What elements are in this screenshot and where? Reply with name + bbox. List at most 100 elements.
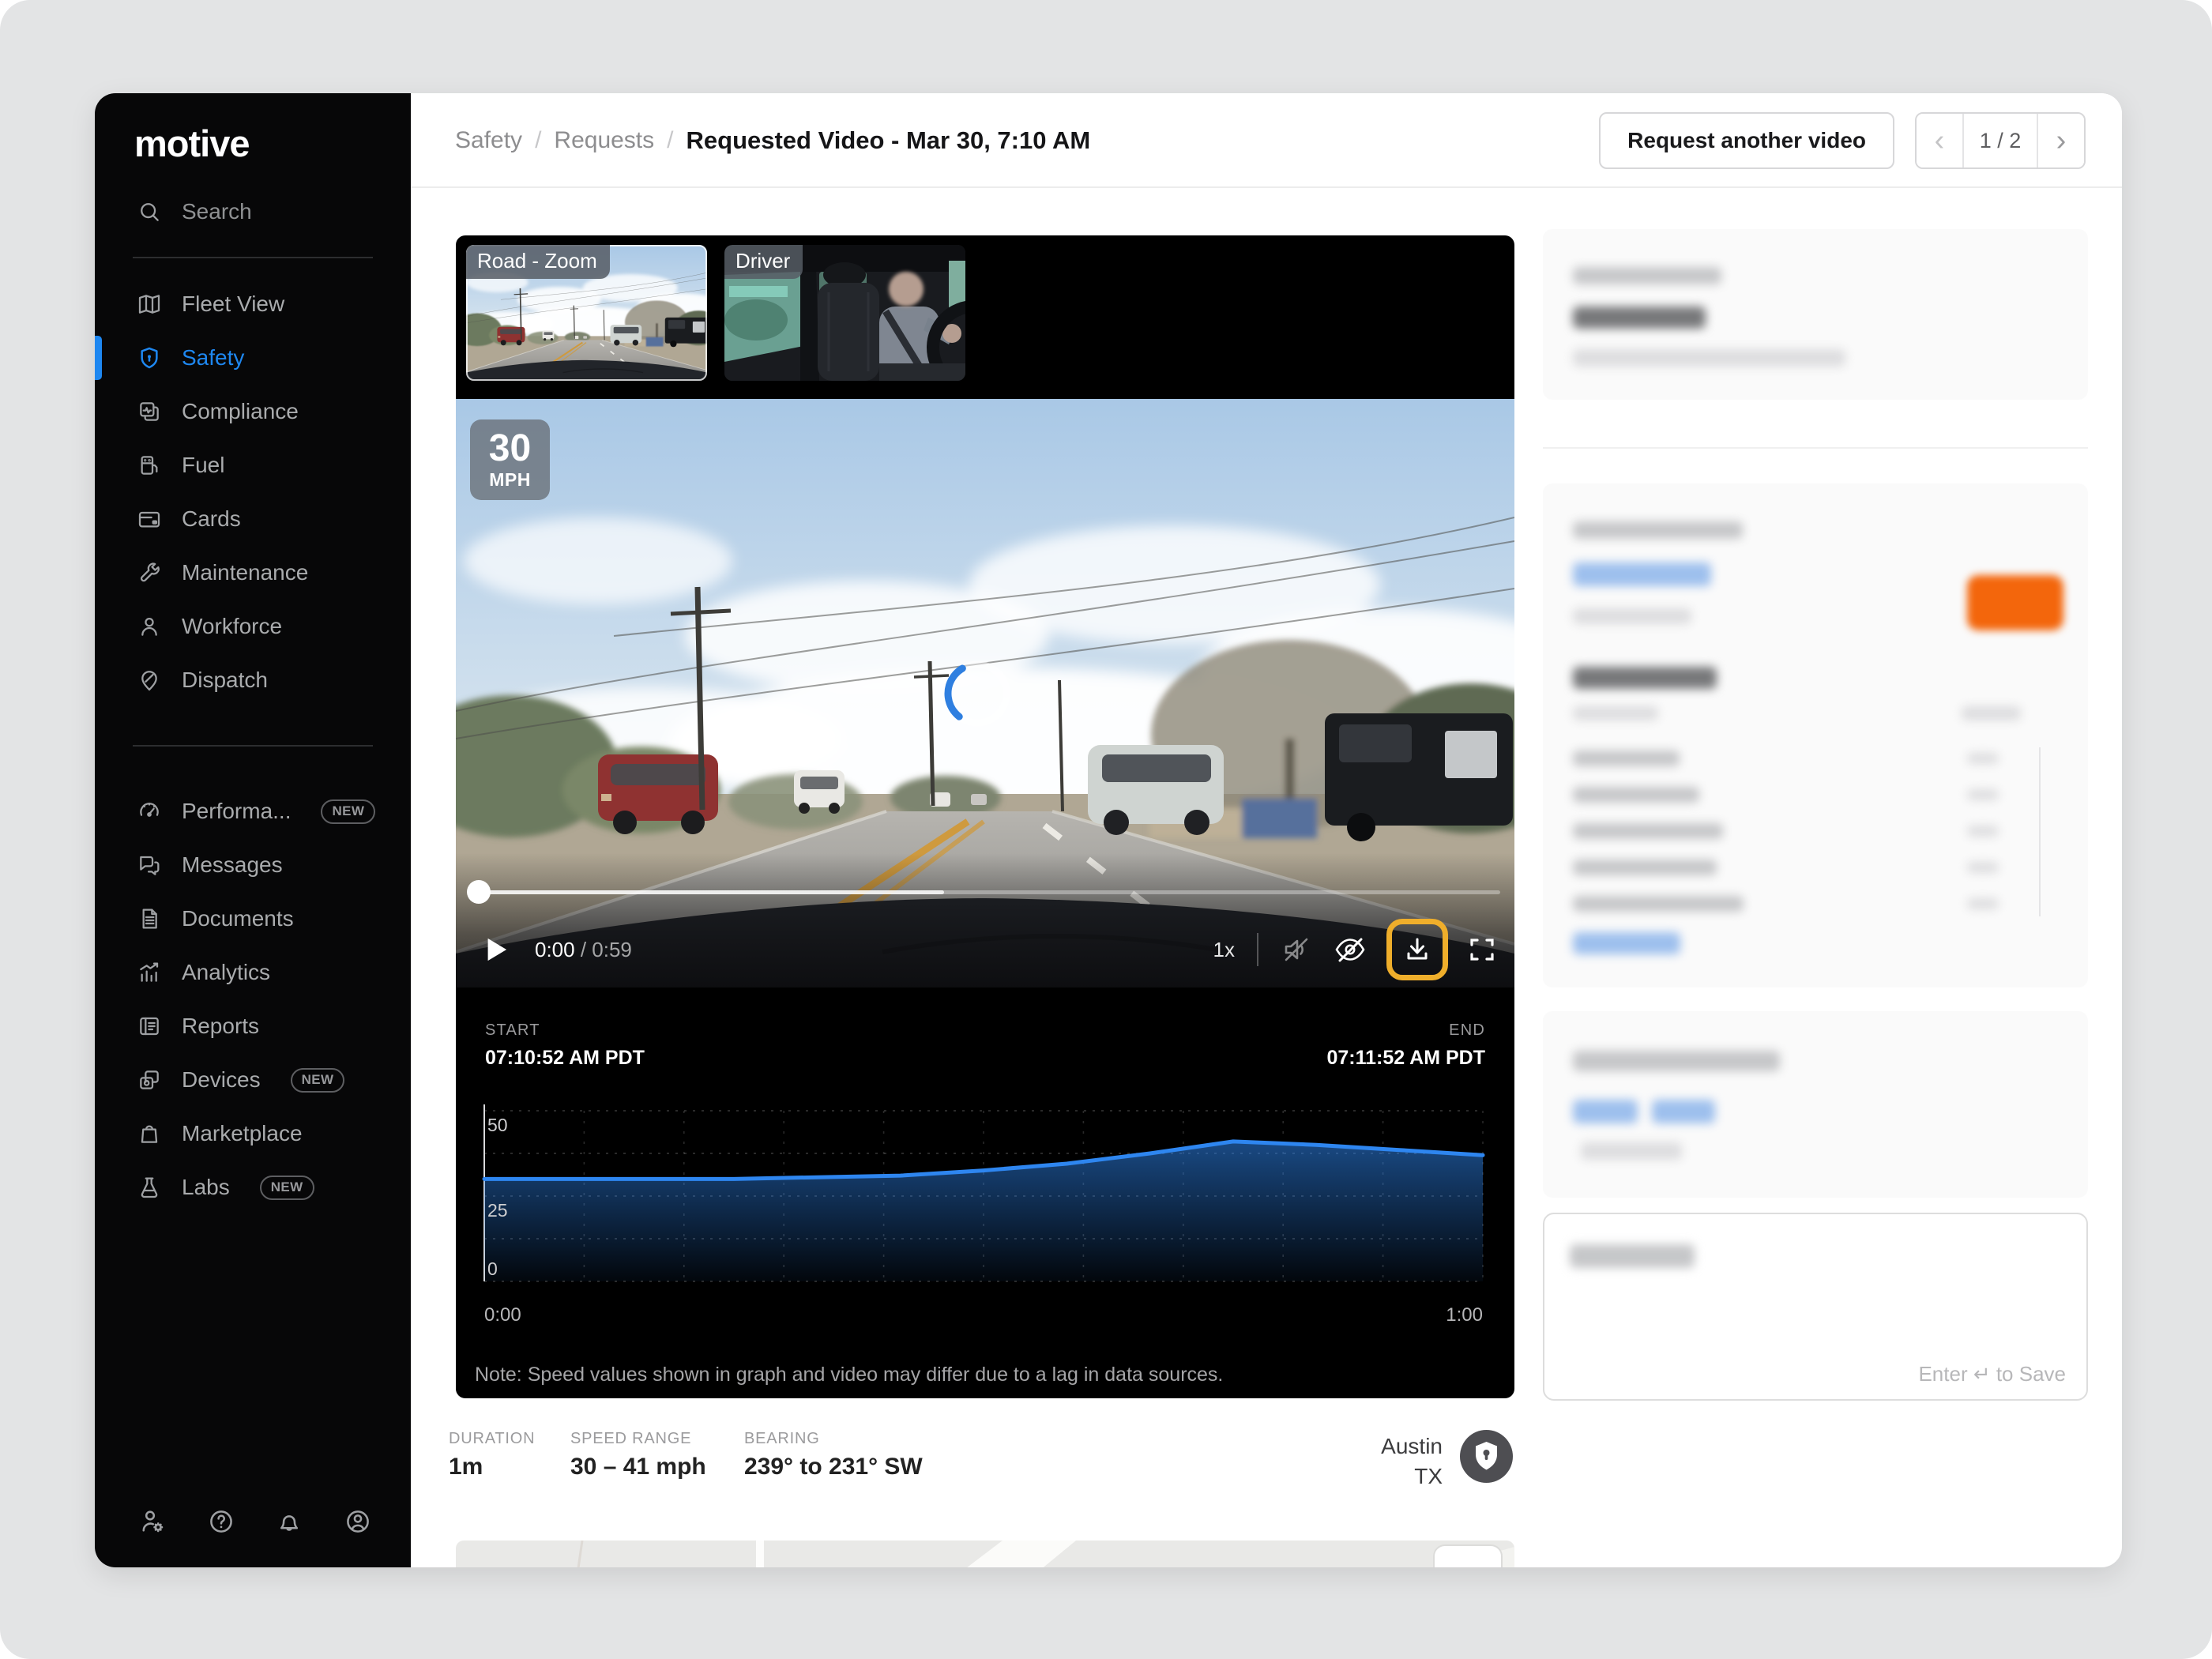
- new-badge: NEW: [260, 1176, 314, 1200]
- comment-input[interactable]: Enter ↵ to Save: [1543, 1213, 2088, 1401]
- sidebar-item-dispatch[interactable]: Dispatch: [95, 653, 411, 707]
- map-icon: [136, 291, 163, 318]
- speed-value: 30: [489, 429, 531, 468]
- sidebar-item-label: Compliance: [182, 399, 299, 424]
- total-duration: 0:59: [592, 938, 632, 961]
- sidebar-item-reports[interactable]: Reports: [95, 999, 411, 1053]
- sidebar-item-label: Fuel: [182, 453, 224, 478]
- blurred-link[interactable]: [1652, 1100, 1715, 1123]
- volume-muted-icon[interactable]: [1281, 934, 1312, 965]
- blurred-link[interactable]: [1573, 932, 1680, 954]
- speed-note: Note: Speed values shown in graph and vi…: [475, 1364, 1223, 1386]
- sidebar-item-performance[interactable]: Performa...NEW: [95, 784, 411, 838]
- thumbnail-driver-label: Driver: [724, 245, 803, 279]
- thumbnail-driver[interactable]: Driver: [724, 245, 965, 381]
- speed-overlay-badge: 30 MPH: [470, 419, 550, 500]
- sidebar-footer: [95, 1507, 411, 1544]
- admin-user-icon[interactable]: [138, 1507, 167, 1536]
- playback-rate-button[interactable]: 1x: [1213, 938, 1235, 962]
- current-time: 0:00: [535, 938, 575, 961]
- help-icon[interactable]: [207, 1507, 235, 1536]
- fuel-icon: [136, 452, 163, 479]
- svg-text:50: 50: [487, 1115, 508, 1135]
- sidebar-search[interactable]: Search: [95, 192, 411, 231]
- speed-unit: MPH: [489, 469, 531, 491]
- gauge-icon: [136, 798, 163, 825]
- page-title: Requested Video - Mar 30, 7:10 AM: [687, 126, 1091, 155]
- sidebar-item-label: Documents: [182, 906, 294, 931]
- app-window: motive Search Fleet View Safety Compliance F…: [95, 93, 2122, 1567]
- stat-duration: DURATION 1m: [449, 1430, 535, 1480]
- sidebar-item-labs[interactable]: Labs NEW: [95, 1161, 411, 1214]
- wrench-icon: [136, 559, 163, 586]
- play-icon[interactable]: [480, 934, 511, 965]
- location-state: TX: [1381, 1462, 1443, 1492]
- stat-bearing: BEARING 239° to 231° SW: [744, 1430, 923, 1480]
- hide-video-eye-slash-icon[interactable]: [1333, 932, 1367, 967]
- pager-next-button[interactable]: ›: [2038, 114, 2084, 167]
- loading-spinner-icon: [942, 658, 1013, 729]
- sidebar-item-label: Analytics: [182, 960, 270, 985]
- sidebar-item-safety[interactable]: Safety: [95, 331, 411, 385]
- sidebar-item-messages[interactable]: Messages: [95, 838, 411, 892]
- thumbnail-road-zoom[interactable]: Road - Zoom: [466, 245, 707, 381]
- sidebar-nav: Search Fleet View Safety Compliance Fuel Card…: [95, 192, 411, 1214]
- new-badge: NEW: [291, 1068, 345, 1093]
- fullscreen-icon[interactable]: [1467, 935, 1497, 965]
- blurred-link[interactable]: [1573, 562, 1711, 586]
- sidebar-item-label: Labs: [182, 1175, 230, 1200]
- breadcrumb-requests[interactable]: Requests: [554, 127, 654, 154]
- svg-text:1:00: 1:00: [1446, 1304, 1483, 1326]
- buffered-segment: [470, 890, 944, 894]
- screen: motive Search Fleet View Safety Compliance F…: [0, 0, 2212, 1659]
- pager-prev-button[interactable]: ‹: [1917, 114, 1962, 167]
- blurred-orange-button[interactable]: [1967, 575, 2063, 630]
- sidebar-item-documents[interactable]: Documents: [95, 892, 411, 946]
- sidebar-item-fuel[interactable]: Fuel: [95, 438, 411, 492]
- details-card-driver-vehicle: [1543, 483, 2088, 988]
- video-frame[interactable]: 30 MPH 0:00 / 0:59 1x: [456, 399, 1514, 988]
- breadcrumb-safety[interactable]: Safety: [455, 127, 522, 154]
- header-actions: Request another video ‹ 1 / 2 ›: [1599, 112, 2086, 169]
- sidebar-item-analytics[interactable]: Analytics: [95, 946, 411, 999]
- sidebar-item-label: Safety: [182, 345, 244, 371]
- video-progress-bar[interactable]: [470, 890, 1500, 894]
- sidebar-item-cards[interactable]: Cards: [95, 492, 411, 546]
- analytics-icon: [136, 959, 163, 986]
- sidebar-item-label: Messages: [182, 852, 283, 878]
- progress-knob[interactable]: [467, 880, 491, 904]
- time-separator: /: [575, 938, 592, 961]
- active-indicator: [95, 336, 102, 380]
- bag-icon: [136, 1120, 163, 1147]
- bell-icon[interactable]: [275, 1507, 303, 1536]
- download-icon[interactable]: [1401, 934, 1433, 965]
- stat-label: SPEED RANGE: [570, 1430, 706, 1448]
- motive-logo: motive: [134, 122, 411, 165]
- end-time: 07:11:52 AM PDT: [1326, 1047, 1485, 1070]
- card-icon: [136, 506, 163, 532]
- sidebar-item-maintenance[interactable]: Maintenance: [95, 546, 411, 600]
- sidebar-item-label: Marketplace: [182, 1121, 303, 1146]
- sidebar-item-label: Reports: [182, 1014, 259, 1039]
- sidebar-item-workforce[interactable]: Workforce: [95, 600, 411, 653]
- sidebar-item-compliance[interactable]: Compliance: [95, 385, 411, 438]
- breadcrumb-separator: /: [535, 127, 541, 154]
- sidebar-item-devices[interactable]: DevicesNEW: [95, 1053, 411, 1107]
- sidebar-item-marketplace[interactable]: Marketplace: [95, 1107, 411, 1161]
- download-highlight-ring: [1386, 919, 1448, 980]
- request-another-video-button[interactable]: Request another video: [1599, 112, 1894, 169]
- compliance-icon: [136, 398, 163, 425]
- time-display: 0:00 / 0:59: [535, 938, 632, 962]
- stat-value: 239° to 231° SW: [744, 1454, 923, 1480]
- breadcrumb: Safety / Requests / Requested Video - Ma…: [455, 93, 1090, 188]
- pager-page-indicator: 1 / 2: [1962, 114, 2038, 167]
- speed-chart[interactable]: 502500:001:00: [480, 1098, 1500, 1335]
- blurred-link[interactable]: [1573, 1100, 1638, 1123]
- account-icon[interactable]: [344, 1507, 372, 1536]
- panel-separator: [1543, 447, 2088, 449]
- thumbnail-road-zoom-label: Road - Zoom: [466, 245, 610, 279]
- stat-label: DURATION: [449, 1430, 535, 1448]
- person-icon: [136, 613, 163, 640]
- map-preview[interactable]: nt: [456, 1540, 1514, 1567]
- sidebar-item-fleet-view[interactable]: Fleet View: [95, 277, 411, 331]
